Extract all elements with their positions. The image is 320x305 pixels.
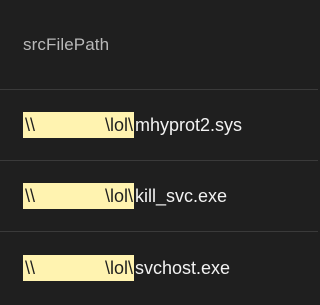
file-name: kill_svc.exe [135,185,228,206]
file-name: mhyprot2.sys [135,114,243,135]
highlighted-unc-prefix: \\ [23,112,53,138]
column-header-label: srcFilePath [23,34,110,54]
highlighted-share: \lol\ [105,255,135,281]
column-header[interactable]: srcFilePath [0,0,318,90]
table-row[interactable]: \\ \lol\ mhyprot2.sys [0,90,318,161]
redacted-host [53,183,105,209]
results-table: srcFilePath \\ \lol\ mhyprot2.sys \\ \lo… [0,0,318,305]
table-row[interactable]: \\ \lol\ kill_svc.exe [0,161,318,232]
file-name: svchost.exe [135,257,231,278]
src-file-path-cell[interactable]: \\ \lol\ kill_svc.exe [23,183,227,209]
table-row[interactable]: \\ \lol\ svchost.exe [0,232,318,304]
highlighted-share: \lol\ [105,183,135,209]
redacted-host [53,112,105,138]
src-file-path-cell[interactable]: \\ \lol\ mhyprot2.sys [23,112,242,138]
redacted-host [53,255,105,281]
src-file-path-cell[interactable]: \\ \lol\ svchost.exe [23,255,230,281]
highlighted-unc-prefix: \\ [23,183,53,209]
highlighted-share: \lol\ [105,112,135,138]
highlighted-unc-prefix: \\ [23,255,53,281]
